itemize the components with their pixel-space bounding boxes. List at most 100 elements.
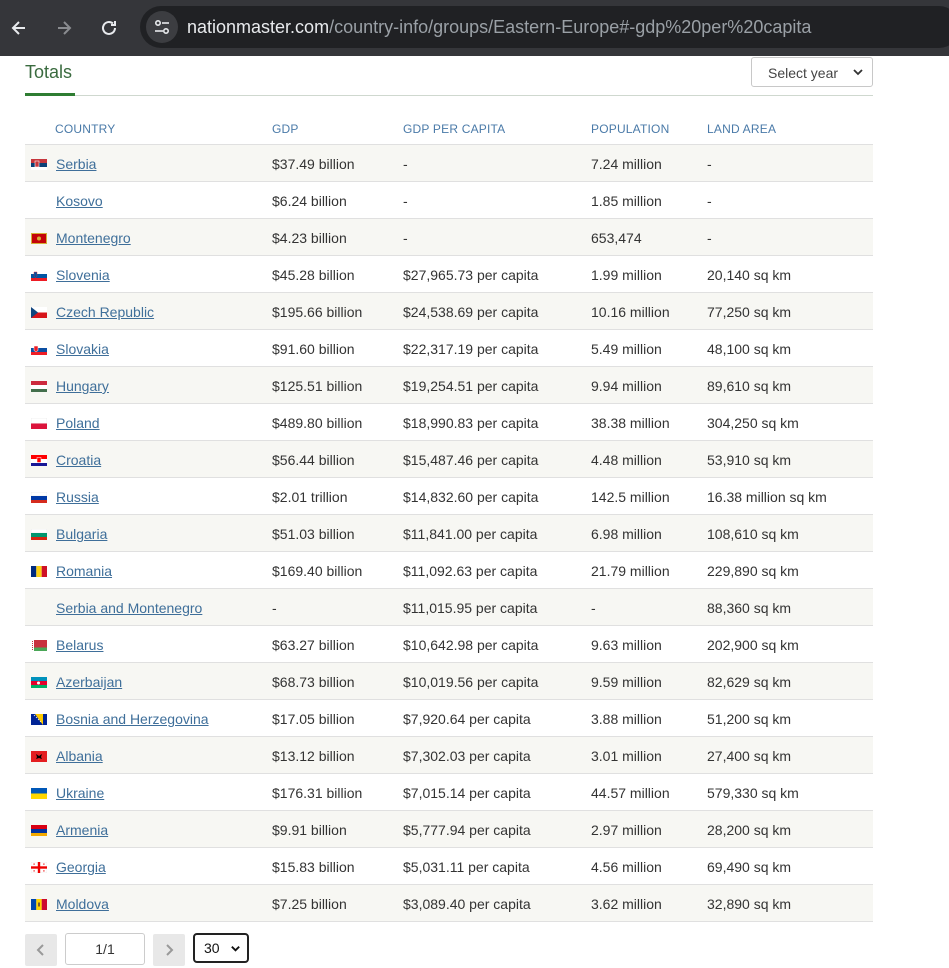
gdp-value: $63.27 billion	[272, 637, 355, 653]
country-link[interactable]: Kosovo	[56, 193, 103, 209]
land-area-value: 304,250 sq km	[707, 415, 799, 431]
header-gdp-per-capita[interactable]: GDP PER CAPITA	[403, 122, 505, 136]
gdp-value: $4.23 billion	[272, 230, 347, 246]
bosnia-flag-icon	[31, 714, 47, 725]
population-value: -	[591, 600, 596, 616]
land-area-value: 27,400 sq km	[707, 748, 792, 764]
page-size-select[interactable]: 30	[193, 933, 249, 963]
url-text: nationmaster.com/country-info/groups/Eas…	[187, 17, 811, 38]
land-area-value: 229,890 sq km	[707, 563, 799, 579]
country-link[interactable]: Serbia and Montenegro	[56, 600, 202, 616]
population-value: 3.62 million	[591, 896, 662, 912]
country-link[interactable]: Montenegro	[56, 230, 131, 246]
table-row: Bulgaria $51.03 billion $11,841.00 per cap…	[25, 515, 873, 552]
population-value: 38.38 million	[591, 415, 670, 431]
header-country[interactable]: COUNTRY	[55, 122, 116, 136]
table-row: Albania $13.12 billion $7,302.03 per capit…	[25, 737, 873, 774]
table-row: Romania $169.40 billion $11,092.63 per cap…	[25, 552, 873, 589]
population-value: 2.97 million	[591, 822, 662, 838]
population-value: 9.94 million	[591, 378, 662, 394]
country-link[interactable]: Czech Republic	[56, 304, 154, 320]
georgia-flag-icon	[31, 862, 47, 873]
table-row: Hungary $125.51 billion $19,254.51 per cap…	[25, 367, 873, 404]
gdp-value: $169.40 billion	[272, 563, 363, 579]
country-link[interactable]: Slovakia	[56, 341, 109, 357]
previous-page-button[interactable]	[25, 934, 57, 966]
land-area-value: 108,610 sq km	[707, 526, 799, 542]
country-link[interactable]: Albania	[56, 748, 103, 764]
table-row: Azerbaijan $68.73 billion $10,019.56 per c…	[25, 663, 873, 700]
arrow-right-icon	[58, 21, 72, 35]
gdp-per-capita-value: $10,019.56 per capita	[403, 674, 539, 690]
country-link[interactable]: Serbia	[56, 156, 96, 172]
country-link[interactable]: Belarus	[56, 637, 103, 653]
year-select-label: Select year	[768, 65, 839, 81]
country-link[interactable]: Hungary	[56, 378, 109, 394]
population-value: 1.85 million	[591, 193, 662, 209]
gdp-value: $17.05 billion	[272, 711, 355, 727]
table-row: Croatia $56.44 billion $15,487.46 per capi…	[25, 441, 873, 478]
gdp-per-capita-value: $5,031.11 per capita	[403, 859, 530, 875]
table-row: Belarus $63.27 billion $10,642.98 per capi…	[25, 626, 873, 663]
country-link[interactable]: Poland	[56, 415, 100, 431]
country-link[interactable]: Bosnia and Herzegovina	[56, 711, 209, 727]
czech-flag-icon	[31, 307, 47, 318]
country-link[interactable]: Russia	[56, 489, 99, 505]
country-link[interactable]: Ukraine	[56, 785, 104, 801]
site-info-button[interactable]	[146, 11, 178, 43]
country-link[interactable]: Bulgaria	[56, 526, 107, 542]
table-row: Poland $489.80 billion $18,990.83 per capi…	[25, 404, 873, 441]
country-link[interactable]: Armenia	[56, 822, 108, 838]
country-link[interactable]: Azerbaijan	[56, 674, 122, 690]
land-area-value: 77,250 sq km	[707, 304, 792, 320]
population-value: 6.98 million	[591, 526, 662, 542]
land-area-value: 82,629 sq km	[707, 674, 792, 690]
header-land-area[interactable]: LAND AREA	[707, 122, 776, 136]
population-value: 44.57 million	[591, 785, 670, 801]
ukraine-flag-icon	[31, 788, 47, 799]
land-area-value: 69,490 sq km	[707, 859, 792, 875]
gdp-value: $15.83 billion	[272, 859, 355, 875]
chevron-down-icon	[853, 69, 863, 76]
table-row: Ukraine $176.31 billion $7,015.14 per capi…	[25, 774, 873, 811]
gdp-per-capita-value: -	[403, 193, 408, 209]
section-title: Totals	[25, 62, 73, 82]
back-button[interactable]	[3, 12, 35, 44]
country-link[interactable]: Romania	[56, 563, 112, 579]
population-value: 4.56 million	[591, 859, 662, 875]
gdp-per-capita-value: $15,487.46 per capita	[403, 452, 539, 468]
table-row: Serbia and Montenegro - $11,015.95 per cap…	[25, 589, 873, 626]
section-divider	[25, 95, 873, 96]
country-link[interactable]: Moldova	[56, 896, 109, 912]
land-area-value: 51,200 sq km	[707, 711, 792, 727]
population-value: 5.49 million	[591, 341, 662, 357]
population-value: 142.5 million	[591, 489, 670, 505]
country-link[interactable]: Slovenia	[56, 267, 110, 283]
year-select[interactable]: Select year	[751, 57, 873, 87]
gdp-per-capita-value: -	[403, 230, 408, 246]
next-page-button[interactable]	[153, 934, 185, 966]
land-area-value: 579,330 sq km	[707, 785, 799, 801]
address-bar[interactable]: nationmaster.com/country-info/groups/Eas…	[140, 6, 949, 48]
albania-flag-icon	[31, 751, 47, 762]
table-row: Armenia $9.91 billion $5,777.94 per capita…	[25, 811, 873, 848]
land-area-value: 16.38 million sq km	[707, 489, 827, 505]
gdp-per-capita-value: $11,015.95 per capita	[403, 600, 538, 616]
header-population[interactable]: POPULATION	[591, 122, 669, 136]
gdp-value: -	[272, 600, 277, 616]
table-row: Slovakia $91.60 billion $22,317.19 per cap…	[25, 330, 873, 367]
table-row: Czech Republic $195.66 billion $24,538.69 …	[25, 293, 873, 330]
reload-button[interactable]	[93, 12, 125, 44]
country-link[interactable]: Croatia	[56, 452, 101, 468]
gdp-value: $125.51 billion	[272, 378, 363, 394]
page-input[interactable]: 1/1	[65, 933, 145, 965]
gdp-per-capita-value: $22,317.19 per capita	[403, 341, 539, 357]
forward-button[interactable]	[48, 12, 80, 44]
population-value: 653,474	[591, 230, 642, 246]
totals-table: COUNTRY GDP GDP PER CAPITA POPULATION LA…	[25, 110, 873, 922]
gdp-value: $37.49 billion	[272, 156, 355, 172]
country-link[interactable]: Georgia	[56, 859, 106, 875]
moldova-flag-icon	[31, 899, 47, 910]
table-row: Serbia $37.49 billion - 7.24 million -	[25, 145, 873, 182]
header-gdp[interactable]: GDP	[272, 122, 299, 136]
